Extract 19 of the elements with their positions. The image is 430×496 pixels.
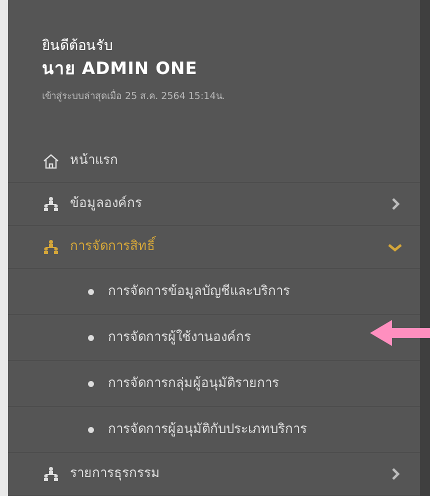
bullet-icon xyxy=(88,426,94,432)
menu-item[interactable]: ข้อมูลองค์กร xyxy=(8,183,420,226)
bullet-icon xyxy=(88,288,94,294)
last-login-text: เข้าสู่ระบบล่าสุดเมื่อ 25 ส.ค. 2564 15:14น. xyxy=(42,90,226,104)
home-icon xyxy=(42,153,60,169)
org-chart-icon xyxy=(42,196,60,212)
menu-item[interactable]: หน้าแรก xyxy=(8,140,420,183)
bullet-icon xyxy=(88,334,94,340)
org-chart-icon xyxy=(42,239,60,255)
submenu-item[interactable]: การจัดการผู้อนุมัติกับประเภทบริการ xyxy=(8,407,420,453)
menu-item[interactable]: การจัดการสิทธิ์ xyxy=(8,226,420,269)
bullet-icon xyxy=(88,380,94,386)
submenu-item[interactable]: การจัดการกลุ่มผู้อนุมัติรายการ xyxy=(8,361,420,407)
pointer-arrow-drawing xyxy=(370,319,430,347)
welcome-text: ยินดีต้อนรับ xyxy=(42,37,114,56)
org-chart-icon xyxy=(42,466,60,482)
menu-item[interactable]: รายการธุรกรรม xyxy=(8,453,420,496)
user-name: นาย ADMIN ONE xyxy=(42,58,198,81)
submenu-item[interactable]: การจัดการข้อมูลบัญชีและบริการ xyxy=(8,269,420,315)
